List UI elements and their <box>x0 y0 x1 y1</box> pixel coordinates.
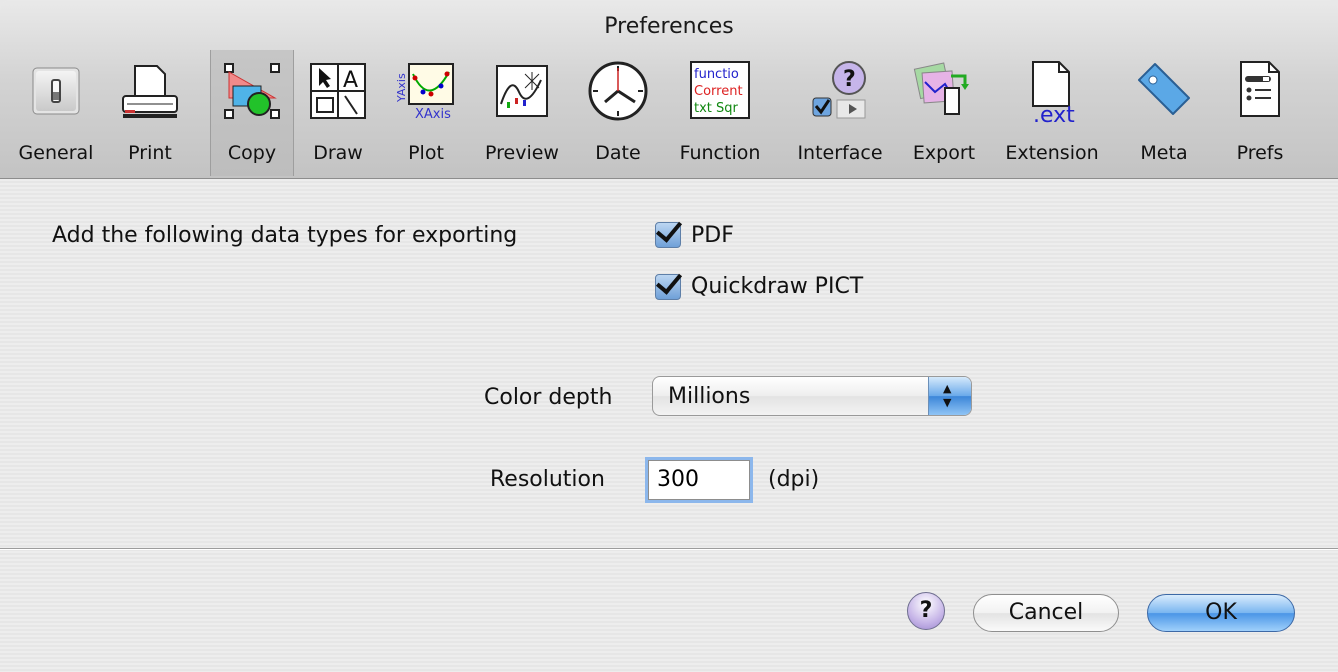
help-button[interactable]: ? <box>907 592 945 630</box>
toolbar-item-extension[interactable]: .ext Extension <box>996 50 1108 176</box>
resolution-input[interactable]: 300 <box>648 460 750 500</box>
toolbar-label: Draw <box>313 142 363 164</box>
toolbar-item-plot[interactable]: YAxis XAxis Plot <box>386 50 466 176</box>
interface-icon: ? <box>812 61 866 119</box>
cancel-button[interactable]: Cancel <box>973 594 1119 632</box>
shapes-icon <box>224 63 280 119</box>
export-types-label: Add the following data types for exporti… <box>52 223 518 248</box>
toolbar-label: Date <box>595 142 641 164</box>
pict-checkbox[interactable] <box>655 274 681 300</box>
svg-text:A: A <box>343 68 358 93</box>
export-icon <box>913 62 969 115</box>
toolbar-item-general[interactable]: General <box>14 50 98 176</box>
draw-tools-icon: A <box>310 63 366 119</box>
svg-text:?: ? <box>843 67 856 92</box>
toolbar-item-export[interactable]: Export <box>902 50 986 176</box>
color-depth-popup[interactable]: Millions ▲ ▼ <box>652 376 972 416</box>
toolbar-label: Extension <box>1005 142 1099 164</box>
toolbar-label: Prefs <box>1236 142 1284 164</box>
toolbar-label: Meta <box>1140 142 1188 164</box>
preferences-toolbar: General Print Copy A Draw YAxis XAxis Pl… <box>14 50 1324 178</box>
toolbar-item-draw[interactable]: A Draw <box>298 50 378 176</box>
function-icon-line-2: Corrent <box>694 84 743 99</box>
color-depth-value: Millions <box>668 384 751 409</box>
popup-arrows-icon: ▲ ▼ <box>928 377 971 415</box>
plot-icon-xaxis-text: XAxis <box>415 107 451 122</box>
function-icon-line-1: functio <box>694 67 739 82</box>
toolbar-label: Function <box>679 142 761 164</box>
resolution-label: Resolution <box>490 467 605 492</box>
toolbar-label: Preview <box>485 142 559 164</box>
resolution-unit: (dpi) <box>768 467 820 492</box>
extension-icon-text: .ext <box>1033 103 1075 124</box>
toolbar-label: General <box>18 142 94 164</box>
toolbar-item-print[interactable]: Print <box>108 50 192 176</box>
plot-icon: YAxis XAxis <box>395 63 454 122</box>
toolbar-item-prefs[interactable]: Prefs <box>1220 50 1300 176</box>
toolbar-item-date[interactable]: Date <box>578 50 658 176</box>
toolbar-item-copy[interactable]: Copy <box>210 50 294 176</box>
printer-icon <box>122 65 178 118</box>
toolbar-label: Plot <box>408 142 444 164</box>
toolbar-label: Copy <box>227 142 277 164</box>
toolbar-label: Print <box>128 142 172 164</box>
toolbar-label: Export <box>912 142 976 164</box>
extension-icon: .ext <box>1032 61 1075 124</box>
divider <box>0 548 1338 550</box>
toolbar-item-interface[interactable]: ? Interface <box>784 50 896 176</box>
toolbar-item-meta[interactable]: Meta <box>1124 50 1204 176</box>
toolbar-item-preview[interactable]: Preview <box>474 50 570 176</box>
preview-icon <box>496 65 548 117</box>
preferences-window: Preferences General Print Copy A Draw YA… <box>0 0 1338 672</box>
tag-icon <box>1138 63 1190 115</box>
pdf-checkbox[interactable] <box>655 222 681 248</box>
window-title: Preferences <box>604 14 734 39</box>
switch-icon <box>32 67 80 115</box>
function-icon: functio Corrent txt Sqr <box>690 61 750 119</box>
toolbar-label: Interface <box>797 142 883 164</box>
plot-icon-yaxis-text: YAxis <box>395 73 408 103</box>
prefs-icon <box>1240 61 1280 117</box>
color-depth-label: Color depth <box>484 385 613 410</box>
toolbar-item-function[interactable]: functio Corrent txt Sqr Function <box>664 50 776 176</box>
title-toolbar-area: Preferences General Print Copy A Draw YA… <box>0 0 1338 179</box>
pdf-label[interactable]: PDF <box>691 223 734 248</box>
function-icon-line-3: txt Sqr <box>694 101 739 116</box>
preferences-content: Add the following data types for exporti… <box>0 179 1338 672</box>
pict-label[interactable]: Quickdraw PICT <box>691 274 863 299</box>
ok-button[interactable]: OK <box>1147 594 1295 632</box>
clock-icon <box>588 61 648 121</box>
